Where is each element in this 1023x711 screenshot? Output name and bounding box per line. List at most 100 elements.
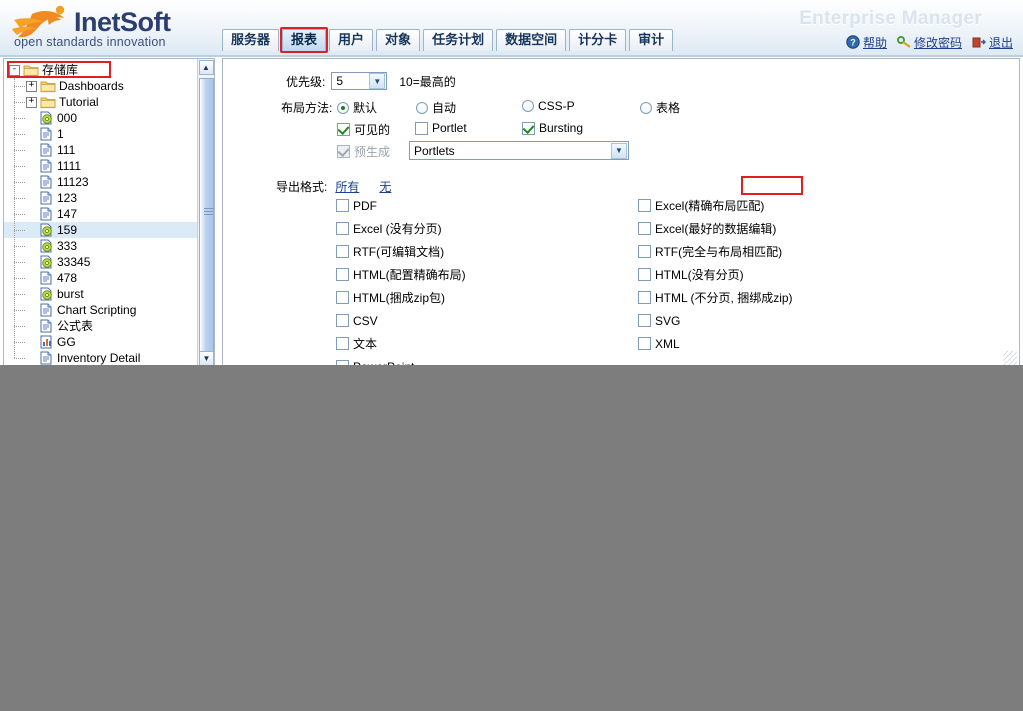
scroll-thumb[interactable] (199, 78, 214, 352)
layout-option-auto[interactable]: 自动 (416, 99, 456, 116)
tree-node-11123[interactable]: 11123 (4, 174, 197, 190)
export-all-link[interactable]: 所有 (335, 178, 359, 195)
checkbox-icon (336, 291, 349, 304)
resize-grip-icon[interactable] (1003, 351, 1017, 365)
scroll-up-button[interactable]: ▲ (198, 60, 214, 75)
tree-expander-icon[interactable]: + (26, 80, 37, 92)
priority-hint: 10=最高的 (399, 74, 456, 89)
tree-node-159[interactable]: 159 (4, 222, 197, 238)
export-checkbox-html[interactable]: HTML(没有分页) (638, 267, 744, 282)
tree-connector-line (14, 86, 25, 87)
tree-node-root[interactable]: - 存储库 (4, 62, 197, 78)
change-password-link[interactable]: 修改密码 (914, 34, 962, 51)
tree-node-1[interactable]: 1 (4, 126, 197, 142)
tab-users[interactable]: 用户 (329, 29, 374, 51)
checkbox-icon (638, 222, 651, 235)
help-link[interactable]: 帮助 (863, 34, 887, 51)
repository-tree[interactable]: - 存储库 + Dashboards + Tutorial 000 1 111 1111 111… (4, 59, 197, 367)
tree-connector-line (14, 262, 25, 263)
portlet-checkbox[interactable]: Portlet (415, 121, 467, 135)
export-checkbox-rtf[interactable]: RTF(可编辑文档) (336, 244, 444, 259)
report-icon (40, 159, 52, 173)
export-checkbox-excel[interactable]: Excel(精确布局匹配) (638, 198, 764, 213)
export-format-label: Excel (没有分页) (353, 222, 442, 236)
tab-schedule[interactable]: 任务计划 (423, 29, 494, 51)
tree-node-123[interactable]: 123 (4, 190, 197, 206)
tree-node-label: 1111 (57, 159, 82, 173)
export-checkbox-html[interactable]: HTML(配置精确布局) (336, 267, 466, 282)
export-none-link[interactable]: 无 (379, 178, 391, 195)
tree-node-tutorial[interactable]: + Tutorial (4, 94, 197, 110)
tree-node-333[interactable]: 333 (4, 238, 197, 254)
folder-icon (40, 81, 56, 93)
tree-node-label: Inventory Detail (57, 351, 141, 365)
export-checkbox-xml[interactable]: XML (638, 336, 680, 351)
tree-node-147[interactable]: 147 (4, 206, 197, 222)
tree-expander-icon[interactable]: + (26, 96, 37, 108)
dashboard-icon (40, 111, 52, 125)
tab-objects[interactable]: 对象 (376, 29, 421, 51)
export-checkbox-html-zip[interactable]: HTML(捆成zip包) (336, 290, 445, 305)
panel-splitter[interactable] (217, 58, 219, 368)
tree-node-label: 1 (57, 127, 64, 141)
export-checkbox-csv[interactable]: CSV (336, 313, 378, 328)
tree-node-label: burst (57, 287, 84, 301)
report-icon (40, 319, 52, 333)
checkbox-icon (336, 199, 349, 212)
tree-node-111[interactable]: 111 (4, 142, 197, 158)
tree-node-33345[interactable]: 33345 (4, 254, 197, 270)
scroll-down-button[interactable]: ▼ (199, 351, 214, 366)
bursting-checkbox[interactable]: Bursting (522, 121, 583, 135)
export-checkbox-svg[interactable]: SVG (638, 313, 680, 328)
logout-link-group[interactable]: 退出 (972, 34, 1013, 51)
tab-dataspace[interactable]: 数据空间 (496, 29, 567, 51)
layout-option-cssp[interactable]: CSS-P (522, 99, 575, 113)
tree-node-label: Dashboards (59, 79, 124, 93)
tree-connector-line (14, 246, 25, 247)
export-format-label: Excel(最好的数据编辑) (655, 222, 777, 236)
radio-icon (640, 101, 652, 114)
tree-node-gg[interactable]: GG (4, 334, 197, 350)
tree-connector-line (14, 78, 15, 358)
tree-node-chart-scripting[interactable]: Chart Scripting (4, 302, 197, 318)
change-password-link-group[interactable]: 修改密码 (896, 34, 962, 51)
export-checkbox-excel[interactable]: Excel (没有分页) (336, 221, 442, 236)
export-format-label: 文本 (353, 337, 378, 351)
pregenerate-checkbox: 预生成 (337, 143, 390, 160)
tree-node-inventory-detail[interactable]: Inventory Detail (4, 350, 197, 366)
layout-option-table[interactable]: 表格 (640, 99, 680, 116)
export-checkbox-html-zip[interactable]: HTML (不分页, 捆绑成zip) (638, 290, 793, 305)
visible-checkbox[interactable]: 可见的 (337, 121, 390, 138)
tab-reports[interactable]: 报表 (280, 27, 329, 53)
occlusion-overlay (0, 365, 1023, 711)
export-checkbox-rtf[interactable]: RTF(完全与布局相匹配) (638, 244, 782, 259)
tree-connector-line (14, 118, 25, 119)
logout-link[interactable]: 退出 (989, 34, 1013, 51)
export-format-row: 导出格式: 所有 无 (276, 178, 391, 195)
priority-row: 优先级: 5 ▼ 10=最高的 (286, 72, 456, 90)
tree-expander-icon[interactable]: - (9, 64, 20, 76)
help-link-group[interactable]: ? 帮助 (846, 34, 887, 51)
layout-option-label: 自动 (432, 101, 457, 115)
tree-node-burst[interactable]: burst (4, 286, 197, 302)
tree-vertical-scrollbar[interactable]: ▲ ▼ (197, 59, 214, 367)
tab-server[interactable]: 服务器 (222, 29, 280, 51)
tree-node-1111[interactable]: 1111 (4, 158, 197, 174)
tree-node-dashboards[interactable]: + Dashboards (4, 78, 197, 94)
export-checkbox-opt6[interactable]: 文本 (336, 336, 377, 351)
tab-audit[interactable]: 审计 (629, 29, 674, 51)
radio-icon (337, 101, 349, 114)
export-format-label: XML (655, 336, 680, 351)
layout-option-default[interactable]: 默认 (337, 99, 377, 116)
portlet-type-select[interactable]: Portlets ▼ (409, 141, 629, 160)
tree-node--[interactable]: 公式表 (4, 318, 197, 334)
export-checkbox-pdf[interactable]: PDF (336, 198, 377, 213)
priority-select[interactable]: 5 ▼ (331, 72, 388, 90)
tab-scorecard[interactable]: 计分卡 (569, 29, 627, 51)
priority-label: 优先级: (286, 74, 326, 89)
tree-connector-line (14, 182, 25, 183)
tree-node-000[interactable]: 000 (4, 110, 197, 126)
export-checkbox-excel[interactable]: Excel(最好的数据编辑) (638, 221, 776, 236)
tree-node-label: 478 (57, 271, 78, 285)
tree-node-478[interactable]: 478 (4, 270, 197, 286)
